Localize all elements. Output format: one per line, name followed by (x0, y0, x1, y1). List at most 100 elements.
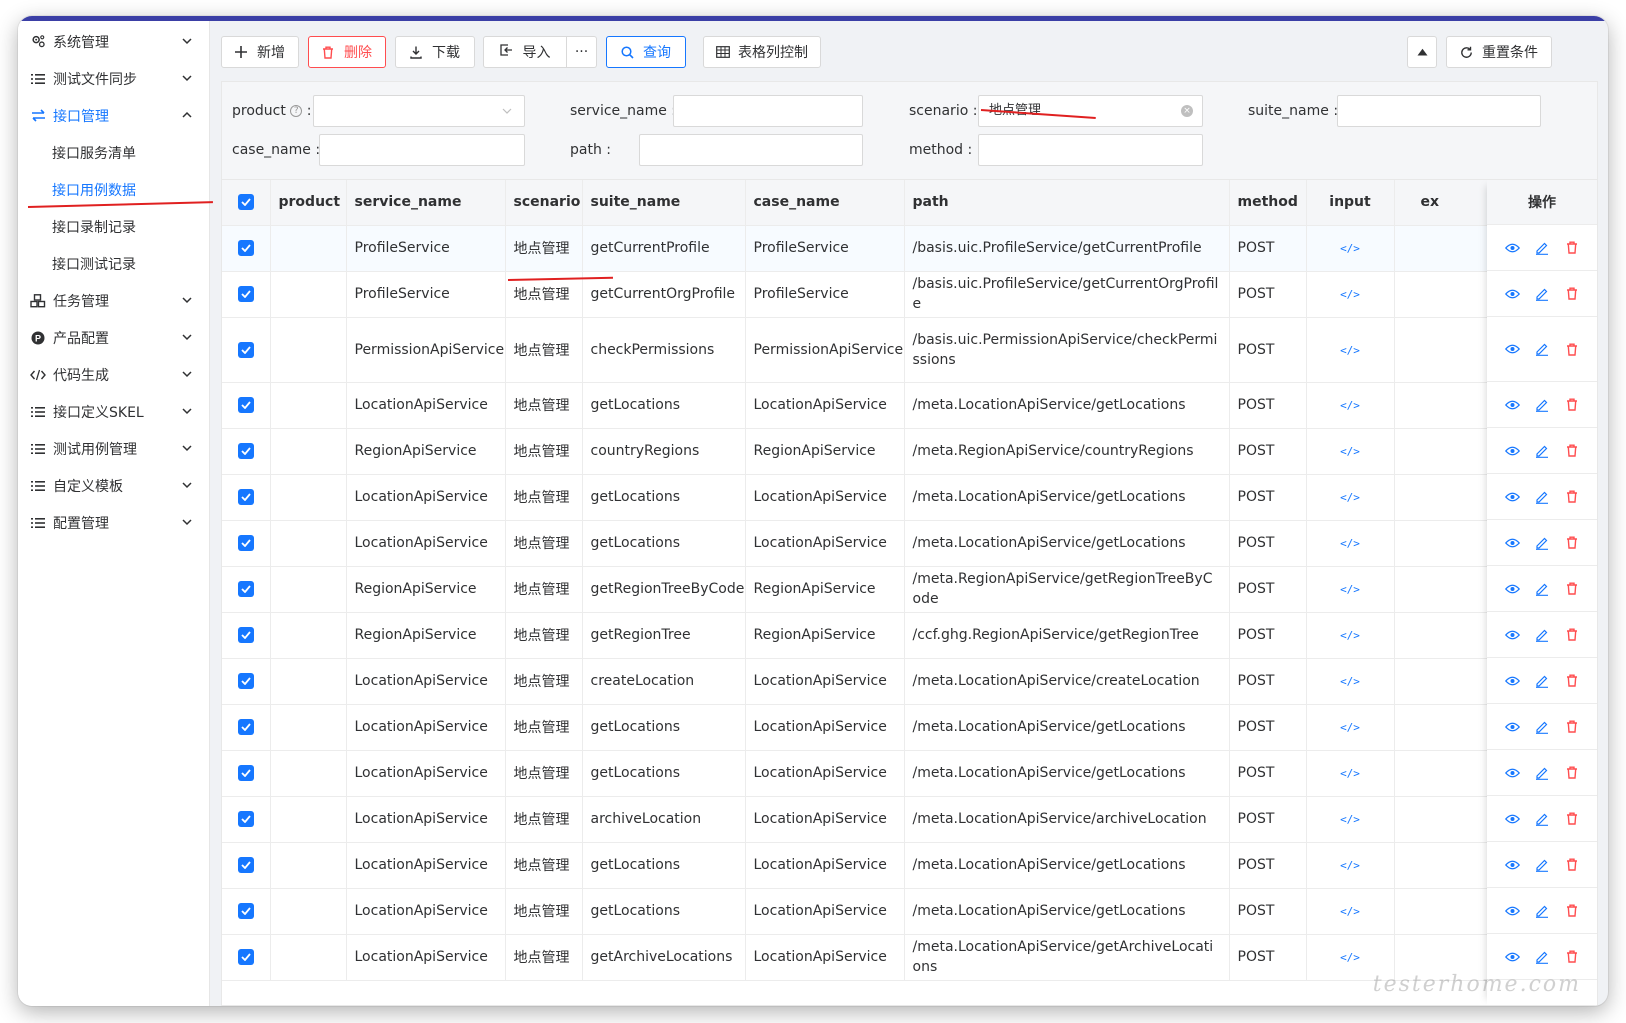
edit-icon[interactable] (1534, 581, 1550, 597)
checkbox-checked-icon[interactable] (237, 857, 254, 873)
collapse-button[interactable] (1407, 36, 1437, 68)
more-button[interactable]: ··· (567, 36, 597, 68)
cell-input[interactable]: </> (1306, 271, 1395, 318)
reset-button[interactable]: 重置条件 (1446, 36, 1552, 68)
column-header-product[interactable]: product (270, 180, 347, 226)
row-select-cell[interactable] (222, 474, 271, 521)
row-select-cell[interactable] (222, 566, 271, 613)
row-select-cell[interactable] (222, 520, 271, 567)
cell-input[interactable]: </> (1306, 842, 1395, 889)
sidebar-item-code-gen[interactable]: 代码生成 (18, 356, 209, 393)
edit-icon[interactable] (1534, 397, 1550, 413)
cell-input[interactable]: </> (1306, 888, 1395, 935)
table-row[interactable]: LocationApiService 地点管理 createLocation Loca… (222, 658, 1556, 705)
view-eye-icon[interactable] (1504, 627, 1520, 643)
suite-name-input[interactable] (1337, 95, 1541, 127)
delete-trash-icon[interactable] (1564, 627, 1580, 643)
service-name-input[interactable] (673, 95, 863, 127)
delete-trash-icon[interactable] (1564, 489, 1580, 505)
table-row[interactable]: LocationApiService 地点管理 getLocations Locati… (222, 704, 1556, 751)
edit-icon[interactable] (1534, 535, 1550, 551)
delete-trash-icon[interactable] (1564, 240, 1580, 256)
cell-input[interactable]: </> (1306, 658, 1395, 705)
cell-input[interactable]: </> (1306, 317, 1395, 383)
table-row[interactable]: ProfileService 地点管理 getCurrentProfile Profi… (222, 225, 1556, 272)
delete-trash-icon[interactable] (1564, 443, 1580, 459)
edit-icon[interactable] (1534, 719, 1550, 735)
table-row[interactable]: LocationApiService 地点管理 getLocations Locati… (222, 520, 1556, 567)
checkbox-checked-icon[interactable] (237, 535, 254, 551)
row-select-cell[interactable] (222, 934, 271, 981)
code-icon[interactable]: </> (1340, 629, 1360, 642)
table-row[interactable]: LocationApiService 地点管理 getLocations Locati… (222, 382, 1556, 429)
code-icon[interactable]: </> (1340, 491, 1360, 504)
cell-input[interactable]: </> (1306, 796, 1395, 843)
cell-input[interactable]: </> (1306, 750, 1395, 797)
import-button[interactable]: 导入 (483, 36, 567, 68)
view-eye-icon[interactable] (1504, 286, 1520, 302)
delete-trash-icon[interactable] (1564, 286, 1580, 302)
checkbox-checked-icon[interactable] (237, 194, 254, 211)
table-row[interactable]: PermissionApiService 地点管理 checkPermissions… (222, 317, 1556, 383)
row-select-cell[interactable] (222, 271, 271, 318)
row-select-cell[interactable] (222, 225, 271, 272)
table-row[interactable]: LocationApiService 地点管理 archiveLocation Loc… (222, 796, 1556, 843)
checkbox-checked-icon[interactable] (237, 765, 254, 781)
delete-trash-icon[interactable] (1564, 765, 1580, 781)
edit-icon[interactable] (1534, 286, 1550, 302)
column-header-service-name[interactable]: service_name (346, 180, 506, 226)
row-select-cell[interactable] (222, 796, 271, 843)
checkbox-checked-icon[interactable] (237, 719, 254, 735)
path-input[interactable] (639, 134, 863, 166)
row-select-cell[interactable] (222, 382, 271, 429)
table-row[interactable]: LocationApiService 地点管理 getLocations Locati… (222, 750, 1556, 797)
code-icon[interactable]: </> (1340, 288, 1360, 301)
code-icon[interactable]: </> (1340, 675, 1360, 688)
view-eye-icon[interactable] (1504, 903, 1520, 919)
download-button[interactable]: 下载 (395, 36, 475, 68)
row-select-cell[interactable] (222, 704, 271, 751)
sidebar-item-test-file-sync[interactable]: 测试文件同步 (18, 60, 209, 97)
delete-trash-icon[interactable] (1564, 719, 1580, 735)
column-control-button[interactable]: 表格列控制 (703, 36, 821, 68)
edit-icon[interactable] (1534, 811, 1550, 827)
delete-trash-icon[interactable] (1564, 857, 1580, 873)
checkbox-checked-icon[interactable] (237, 397, 254, 413)
checkbox-checked-icon[interactable] (237, 581, 254, 597)
column-header-case-name[interactable]: case_name (745, 180, 905, 226)
table-row[interactable]: LocationApiService 地点管理 getLocations Locati… (222, 842, 1556, 889)
cell-input[interactable]: </> (1306, 612, 1395, 659)
view-eye-icon[interactable] (1504, 341, 1520, 357)
edit-icon[interactable] (1534, 341, 1550, 357)
cell-input[interactable]: </> (1306, 428, 1395, 475)
row-select-cell[interactable] (222, 750, 271, 797)
code-icon[interactable]: </> (1340, 583, 1360, 596)
sidebar-item-api-management[interactable]: 接口管理 (18, 97, 209, 134)
edit-icon[interactable] (1534, 443, 1550, 459)
edit-icon[interactable] (1534, 949, 1550, 965)
code-icon[interactable]: </> (1340, 344, 1360, 357)
view-eye-icon[interactable] (1504, 240, 1520, 256)
sidebar-subitem-api-service-list[interactable]: 接口服务清单 (18, 134, 209, 171)
code-icon[interactable]: </> (1340, 951, 1360, 964)
checkbox-checked-icon[interactable] (237, 673, 254, 689)
code-icon[interactable]: </> (1340, 813, 1360, 826)
edit-icon[interactable] (1534, 627, 1550, 643)
checkbox-checked-icon[interactable] (237, 286, 254, 302)
cell-input[interactable]: </> (1306, 566, 1395, 613)
checkbox-checked-icon[interactable] (237, 949, 254, 965)
code-icon[interactable]: </> (1340, 445, 1360, 458)
row-select-cell[interactable] (222, 428, 271, 475)
code-icon[interactable]: </> (1340, 859, 1360, 872)
clear-icon[interactable]: × (1181, 105, 1193, 117)
checkbox-checked-icon[interactable] (237, 489, 254, 505)
code-icon[interactable]: </> (1340, 721, 1360, 734)
add-button[interactable]: 新增 (221, 36, 299, 68)
edit-icon[interactable] (1534, 673, 1550, 689)
delete-trash-icon[interactable] (1564, 341, 1580, 357)
checkbox-checked-icon[interactable] (237, 903, 254, 919)
code-icon[interactable]: </> (1340, 399, 1360, 412)
sidebar-item-test-case-management[interactable]: 测试用例管理 (18, 430, 209, 467)
edit-icon[interactable] (1534, 765, 1550, 781)
delete-trash-icon[interactable] (1564, 811, 1580, 827)
